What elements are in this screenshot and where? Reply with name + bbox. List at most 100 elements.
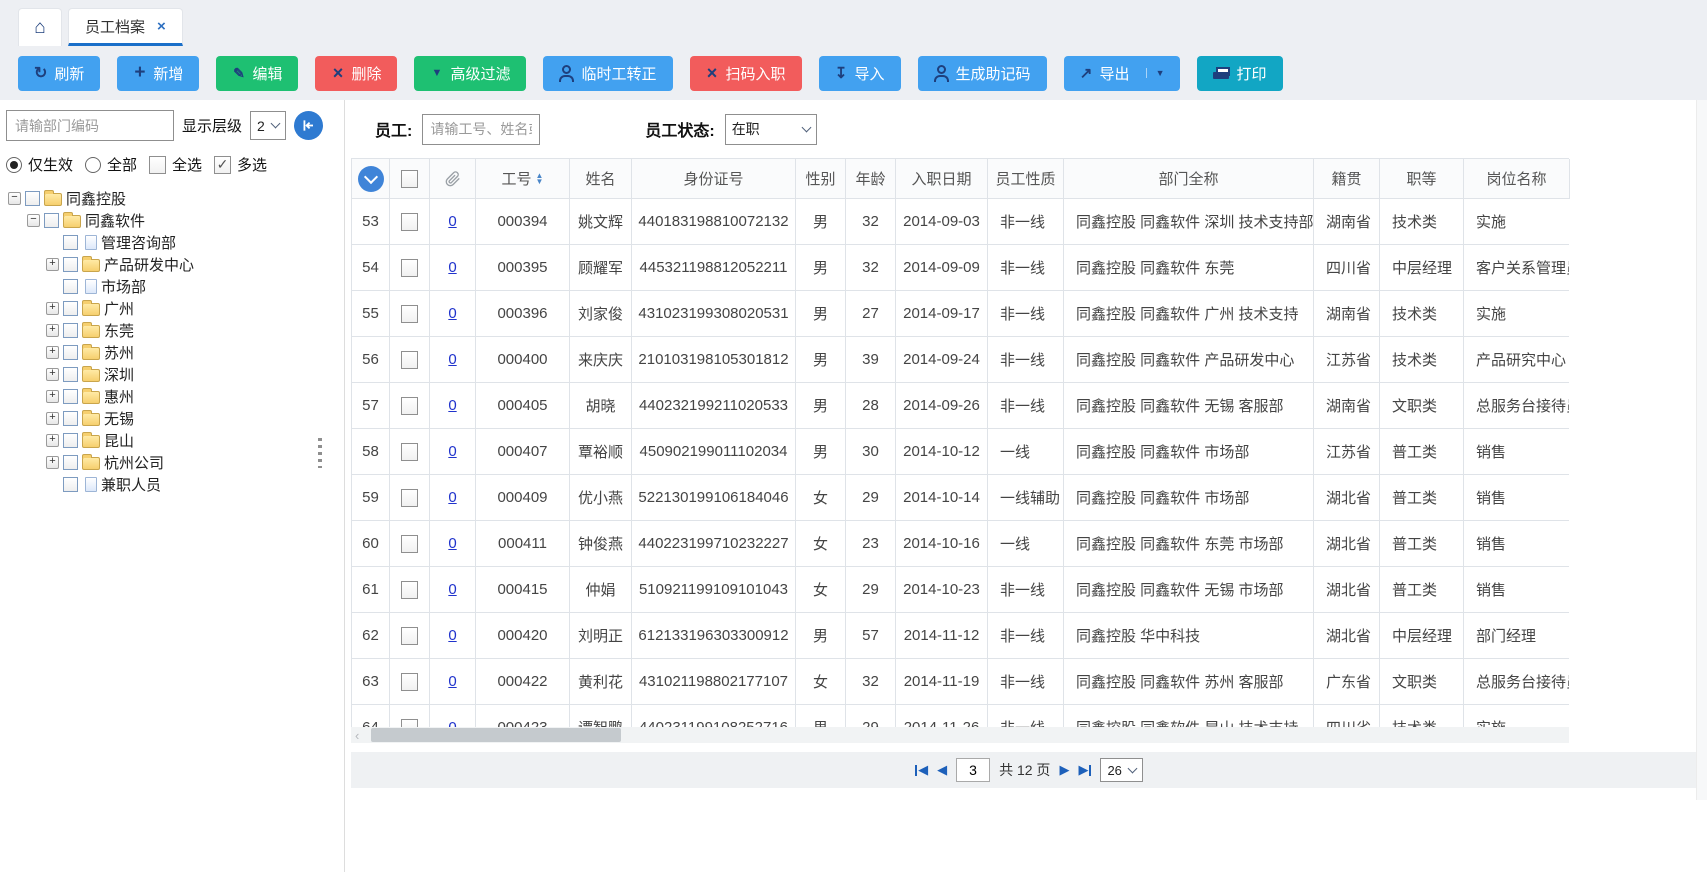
tree-node-label[interactable]: 市场部	[101, 276, 146, 297]
toolbar-button[interactable]: 导入	[819, 56, 901, 91]
table-row[interactable]: 64 0 000423 谭智鹏 440231199108252716 男 29 …	[352, 705, 1569, 727]
dropdown-caret-icon[interactable]	[1146, 68, 1165, 78]
col-header-emp-no[interactable]: 工号 ▲▼	[476, 159, 570, 199]
home-tab[interactable]: ⌂	[18, 8, 62, 46]
tree-node-label[interactable]: 无锡	[104, 408, 134, 429]
tree-node-checkbox[interactable]	[63, 389, 78, 404]
scroll-left-icon[interactable]: ‹	[351, 728, 359, 743]
row-checkbox[interactable]	[401, 213, 418, 231]
vertical-scrollbar[interactable]	[1696, 100, 1707, 800]
attachment-count-link[interactable]: 0	[448, 627, 456, 644]
row-checkbox[interactable]	[401, 397, 418, 415]
tab-employee-archive[interactable]: 员工档案 ×	[68, 8, 183, 46]
row-checkbox[interactable]	[401, 351, 418, 369]
tree-node[interactable]: 东莞	[6, 319, 338, 341]
employee-status-select[interactable]: 在职	[725, 114, 817, 145]
tree-expander-icon[interactable]	[46, 412, 59, 425]
tree-node[interactable]: 市场部	[6, 275, 338, 297]
dept-code-input[interactable]	[6, 110, 174, 141]
table-row[interactable]: 63 0 000422 黄利花 431021198802177107 女 32 …	[352, 659, 1569, 705]
tree-expander-icon[interactable]	[46, 390, 59, 403]
attachment-count-link[interactable]: 0	[448, 213, 456, 230]
row-checkbox[interactable]	[401, 259, 418, 277]
tree-node[interactable]: 兼职人员	[6, 473, 338, 495]
tree-node[interactable]: 昆山	[6, 429, 338, 451]
row-checkbox[interactable]	[401, 673, 418, 691]
tree-node-checkbox[interactable]	[63, 323, 78, 338]
col-header-origin[interactable]: 籍贯	[1314, 159, 1380, 199]
tree-node[interactable]: 杭州公司	[6, 451, 338, 473]
row-checkbox[interactable]	[401, 443, 418, 461]
attachment-count-link[interactable]: 0	[448, 259, 456, 276]
last-page-button[interactable]: ▶	[1078, 762, 1091, 778]
row-checkbox[interactable]	[401, 535, 418, 553]
table-row[interactable]: 59 0 000409 优小燕 522130199106184046 女 29 …	[352, 475, 1569, 521]
table-row[interactable]: 54 0 000395 顾耀军 445321198812052211 男 32 …	[352, 245, 1569, 291]
tree-node-label[interactable]: 管理咨询部	[101, 232, 176, 253]
multi-select-checkbox[interactable]	[214, 156, 231, 174]
attachment-count-link[interactable]: 0	[448, 581, 456, 598]
horizontal-scrollbar-thumb[interactable]	[371, 728, 621, 742]
tree-node[interactable]: 深圳	[6, 363, 338, 385]
col-header-grade[interactable]: 职等	[1380, 159, 1464, 199]
tree-expander-icon[interactable]	[46, 368, 59, 381]
tree-node-label[interactable]: 惠州	[104, 386, 134, 407]
expand-all-icon[interactable]	[358, 166, 384, 192]
tree-node-checkbox[interactable]	[63, 455, 78, 470]
first-page-button[interactable]: ◀	[915, 762, 928, 778]
radio-all[interactable]	[85, 157, 101, 173]
tree-node-checkbox[interactable]	[63, 477, 78, 492]
table-row[interactable]: 56 0 000400 来庆庆 210103198105301812 男 39 …	[352, 337, 1569, 383]
tree-node-checkbox[interactable]	[63, 367, 78, 382]
tree-expander-icon[interactable]	[46, 456, 59, 469]
tree-node-label[interactable]: 昆山	[104, 430, 134, 451]
tree-node-label[interactable]: 产品研发中心	[104, 254, 194, 275]
page-size-select[interactable]: 26	[1100, 758, 1142, 782]
tree-node-checkbox[interactable]	[63, 301, 78, 316]
splitter-handle[interactable]	[318, 438, 322, 468]
tree-expander-icon[interactable]	[46, 302, 59, 315]
tree-node[interactable]: 无锡	[6, 407, 338, 429]
tree-node[interactable]: 管理咨询部	[6, 231, 338, 253]
horizontal-scrollbar[interactable]: ‹	[351, 727, 1569, 743]
tree-node[interactable]: 苏州	[6, 341, 338, 363]
row-checkbox[interactable]	[401, 719, 418, 728]
tree-node[interactable]: 同鑫控股	[6, 187, 338, 209]
radio-effective-only[interactable]	[6, 157, 22, 173]
employee-search-input[interactable]	[422, 114, 540, 145]
col-header-position[interactable]: 岗位名称	[1464, 159, 1570, 199]
tree-expander-icon[interactable]	[46, 324, 59, 337]
col-header-dept[interactable]: 部门全称	[1064, 159, 1314, 199]
tree-node-label[interactable]: 广州	[104, 298, 134, 319]
toolbar-button[interactable]: 编辑	[216, 56, 298, 91]
tree-node-checkbox[interactable]	[63, 345, 78, 360]
tree-node-checkbox[interactable]	[63, 257, 78, 272]
tree-node-checkbox[interactable]	[63, 235, 78, 250]
tree-node-checkbox[interactable]	[63, 433, 78, 448]
tree-node[interactable]: 广州	[6, 297, 338, 319]
display-level-select[interactable]: 2	[250, 111, 286, 140]
tree-expander-icon[interactable]	[46, 346, 59, 359]
attachment-count-link[interactable]: 0	[448, 719, 456, 727]
col-header-age[interactable]: 年龄	[846, 159, 896, 199]
attachment-count-link[interactable]: 0	[448, 535, 456, 552]
sort-icon[interactable]: ▲▼	[536, 173, 544, 185]
col-header-name[interactable]: 姓名	[570, 159, 632, 199]
tree-node-checkbox[interactable]	[44, 213, 59, 228]
attachment-count-link[interactable]: 0	[448, 673, 456, 690]
tree-expander-icon[interactable]	[27, 214, 40, 227]
col-header-nature[interactable]: 员工性质	[988, 159, 1064, 199]
row-checkbox[interactable]	[401, 305, 418, 323]
attachment-count-link[interactable]: 0	[448, 397, 456, 414]
table-row[interactable]: 60 0 000411 钟俊燕 440223199710232227 女 23 …	[352, 521, 1569, 567]
tree-node-checkbox[interactable]	[63, 411, 78, 426]
col-header-gender[interactable]: 性别	[796, 159, 846, 199]
tree-node-label[interactable]: 东莞	[104, 320, 134, 341]
select-all-checkbox-sidebar[interactable]	[149, 156, 166, 174]
tree-node-label[interactable]: 同鑫控股	[66, 188, 126, 209]
toolbar-button[interactable]: 扫码入职	[690, 56, 802, 91]
table-row[interactable]: 61 0 000415 仲娟 510921199109101043 女 29 2…	[352, 567, 1569, 613]
attachment-count-link[interactable]: 0	[448, 305, 456, 322]
table-row[interactable]: 58 0 000407 覃裕顺 450902199011102034 男 30 …	[352, 429, 1569, 475]
table-row[interactable]: 53 0 000394 姚文辉 440183198810072132 男 32 …	[352, 199, 1569, 245]
